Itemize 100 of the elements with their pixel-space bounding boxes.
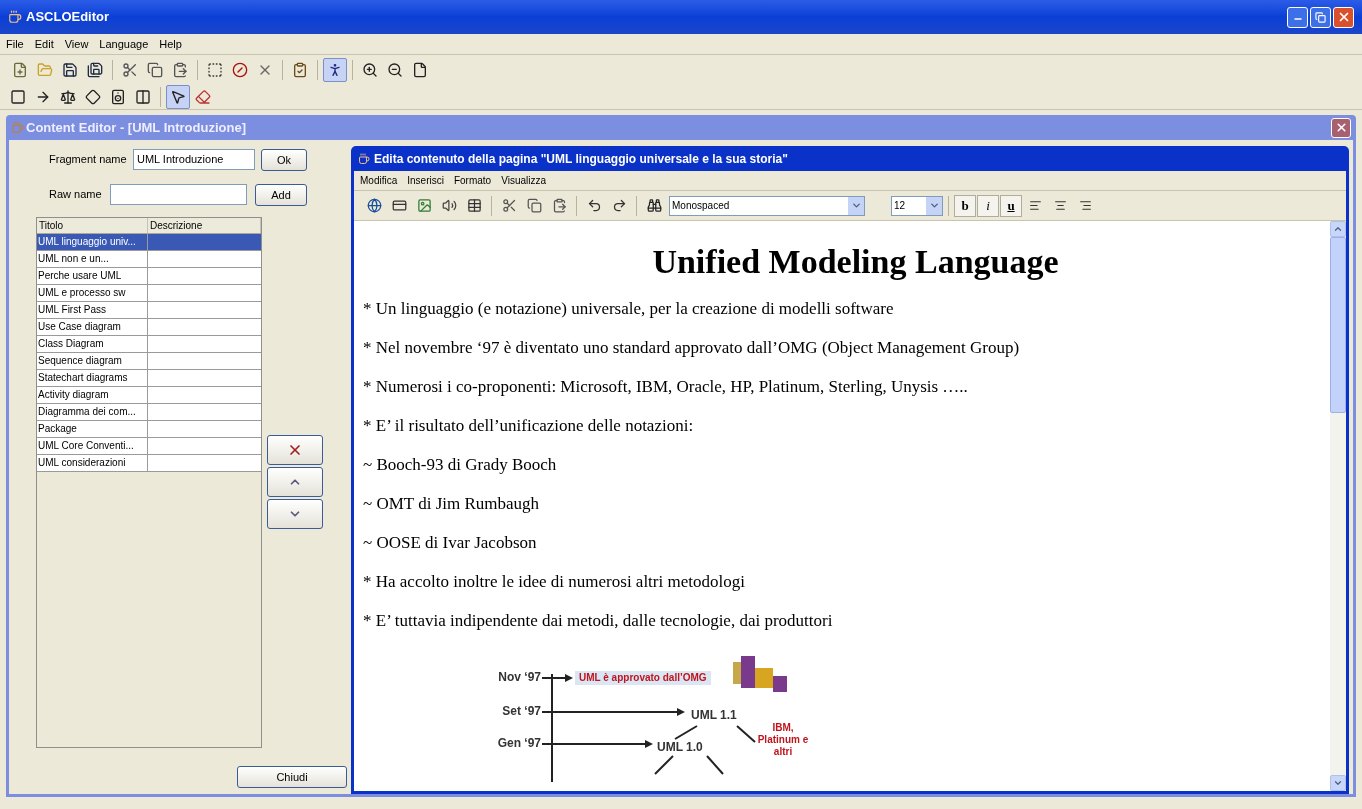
window-title: Edita contenuto della pagina "UML linguaggio universale e la sua storia" <box>374 150 788 168</box>
speaker-icon <box>110 88 126 105</box>
table-row[interactable]: Perche usare UML <box>37 268 261 285</box>
ok-button[interactable]: Ok <box>261 149 307 172</box>
document-paragraph: * E’ tuttavia indipendente dai metodi, dalle tecnologie, dai produttori <box>363 610 834 632</box>
card-icon <box>391 198 407 213</box>
window-title: ASCLOEditor <box>26 8 110 27</box>
table-row[interactable]: UML linguaggio univ... <box>37 234 261 251</box>
size-select[interactable]: 12 <box>891 195 943 216</box>
table-cell: UML Core Conventi... <box>37 438 148 454</box>
zoom-out-icon <box>387 61 403 78</box>
globe-icon <box>366 198 382 213</box>
minimize-button[interactable] <box>1287 6 1308 28</box>
move-up-button[interactable] <box>267 467 323 497</box>
fragment-name-field[interactable]: UML Introduzione <box>133 148 255 170</box>
menu-item[interactable]: File <box>6 35 24 53</box>
close-icon <box>1334 121 1348 134</box>
dashed-square-icon <box>207 61 223 78</box>
field-label: Fragment name <box>49 151 128 167</box>
timeline-note: IBM, Platinum e altri <box>756 722 810 758</box>
table-cell: Statechart diagrams <box>37 370 148 386</box>
toolbar-button[interactable] <box>166 84 190 109</box>
timeline-banner: UML è approvato dall’OMG <box>575 671 711 685</box>
menu-item[interactable]: View <box>64 35 89 53</box>
table-row[interactable]: Activity diagram <box>37 387 261 404</box>
pointer-icon <box>170 88 186 105</box>
restore-icon <box>1315 11 1326 23</box>
paste-icon <box>172 61 188 78</box>
menu-item[interactable]: Help <box>159 35 182 53</box>
timeline-date: Nov ‘97 <box>498 670 541 684</box>
save-all-icon <box>87 61 103 78</box>
table-cell: UML linguaggio univ... <box>37 234 148 250</box>
format-button[interactable]: u <box>1000 194 1022 217</box>
document-paragraph: ~ OOSE di Ivar Jacobson <box>363 532 538 554</box>
font-select[interactable]: Monospaced <box>669 195 865 216</box>
redo-icon <box>611 198 627 213</box>
copy-icon <box>526 198 542 213</box>
column-header[interactable]: Descrizione <box>148 218 261 233</box>
menu-item[interactable]: Visualizza <box>501 173 546 188</box>
clipboard-check-icon <box>292 61 308 78</box>
save-icon <box>62 61 78 78</box>
connector-line <box>706 755 724 775</box>
close-button[interactable] <box>1331 117 1351 138</box>
caret-icon <box>850 200 862 211</box>
align-left-icon <box>1028 199 1042 212</box>
table-cell: UML considerazioni <box>37 455 148 471</box>
table-row[interactable]: Class Diagram <box>37 336 261 353</box>
delete-button[interactable] <box>267 435 323 465</box>
raw-name-field[interactable] <box>110 183 247 205</box>
close-button[interactable]: Chiudi <box>237 766 347 788</box>
version-label: UML 1.0 <box>657 740 703 754</box>
connector-line <box>654 755 674 775</box>
restore-button[interactable] <box>1310 6 1331 28</box>
align-right-icon <box>1078 199 1092 212</box>
table-row[interactable]: UML Core Conventi... <box>37 438 261 455</box>
format-button[interactable]: i <box>977 194 999 217</box>
table-row[interactable]: Sequence diagram <box>37 353 261 370</box>
table-row[interactable]: Diagramma dei com... <box>37 404 261 421</box>
document-paragraph: * Ha accolto inoltre le idee di numerosi altri metodologi <box>363 571 746 593</box>
table-cell: UML e processo sw <box>37 285 148 301</box>
table-row[interactable]: Use Case diagram <box>37 319 261 336</box>
cut-icon <box>501 198 517 213</box>
eraser-icon <box>195 88 211 105</box>
table-row[interactable]: UML First Pass <box>37 302 261 319</box>
scrollbar[interactable] <box>1330 221 1346 791</box>
menu-item[interactable]: Inserisci <box>407 173 444 188</box>
document-paragraph: * Nel novembre ‘97 è diventato uno standard approvato dall’OMG (Object Management Group) <box>363 337 1021 359</box>
toolbar-button[interactable] <box>323 57 347 82</box>
version-label: UML 1.1 <box>691 708 737 722</box>
timeline-date: Set ‘97 <box>502 704 541 718</box>
document-paragraph: * Un linguaggio (e notazione) universale, per la creazione di modelli software <box>363 298 895 320</box>
panel-icon <box>135 88 151 105</box>
menu-item[interactable]: Formato <box>453 173 492 188</box>
binoculars-icon <box>646 198 662 213</box>
connector-line <box>736 725 756 743</box>
format-button[interactable]: b <box>954 194 976 217</box>
folder-icon <box>37 61 53 78</box>
add-button[interactable]: Add <box>255 184 307 207</box>
arrow <box>541 674 573 682</box>
scroll-up-icon <box>1333 224 1343 234</box>
document-heading: Unified Modeling Language <box>651 242 1060 282</box>
menu-item[interactable]: Edit <box>34 35 54 53</box>
table-row[interactable]: UML non e un... <box>37 251 261 268</box>
move-down-button[interactable] <box>267 499 323 529</box>
menu-item[interactable]: Language <box>99 35 149 53</box>
document-paragraph: * Numerosi i co-proponenti: Microsoft, IBM, Oracle, HP, Platinum, Sterling, Unysis ….. <box>363 376 969 398</box>
menu-item[interactable]: Modifica <box>360 173 398 188</box>
table-row[interactable]: Package <box>37 421 261 438</box>
column-header[interactable]: Titolo <box>37 218 148 233</box>
table-cell: Sequence diagram <box>37 353 148 369</box>
table-row[interactable]: UML e processo sw <box>37 285 261 302</box>
table-cell: Diagramma dei com... <box>37 404 148 420</box>
scale-icon <box>60 88 76 105</box>
table-row[interactable]: Statechart diagrams <box>37 370 261 387</box>
table-row[interactable]: UML considerazioni <box>37 455 261 472</box>
timeline-date: Gen ‘97 <box>497 736 541 750</box>
rectangle-icon <box>10 88 26 105</box>
close-button[interactable] <box>1333 6 1354 28</box>
zoom-in-icon <box>362 61 378 78</box>
document-paragraph: ~ Booch-93 di Grady Booch <box>363 454 558 476</box>
